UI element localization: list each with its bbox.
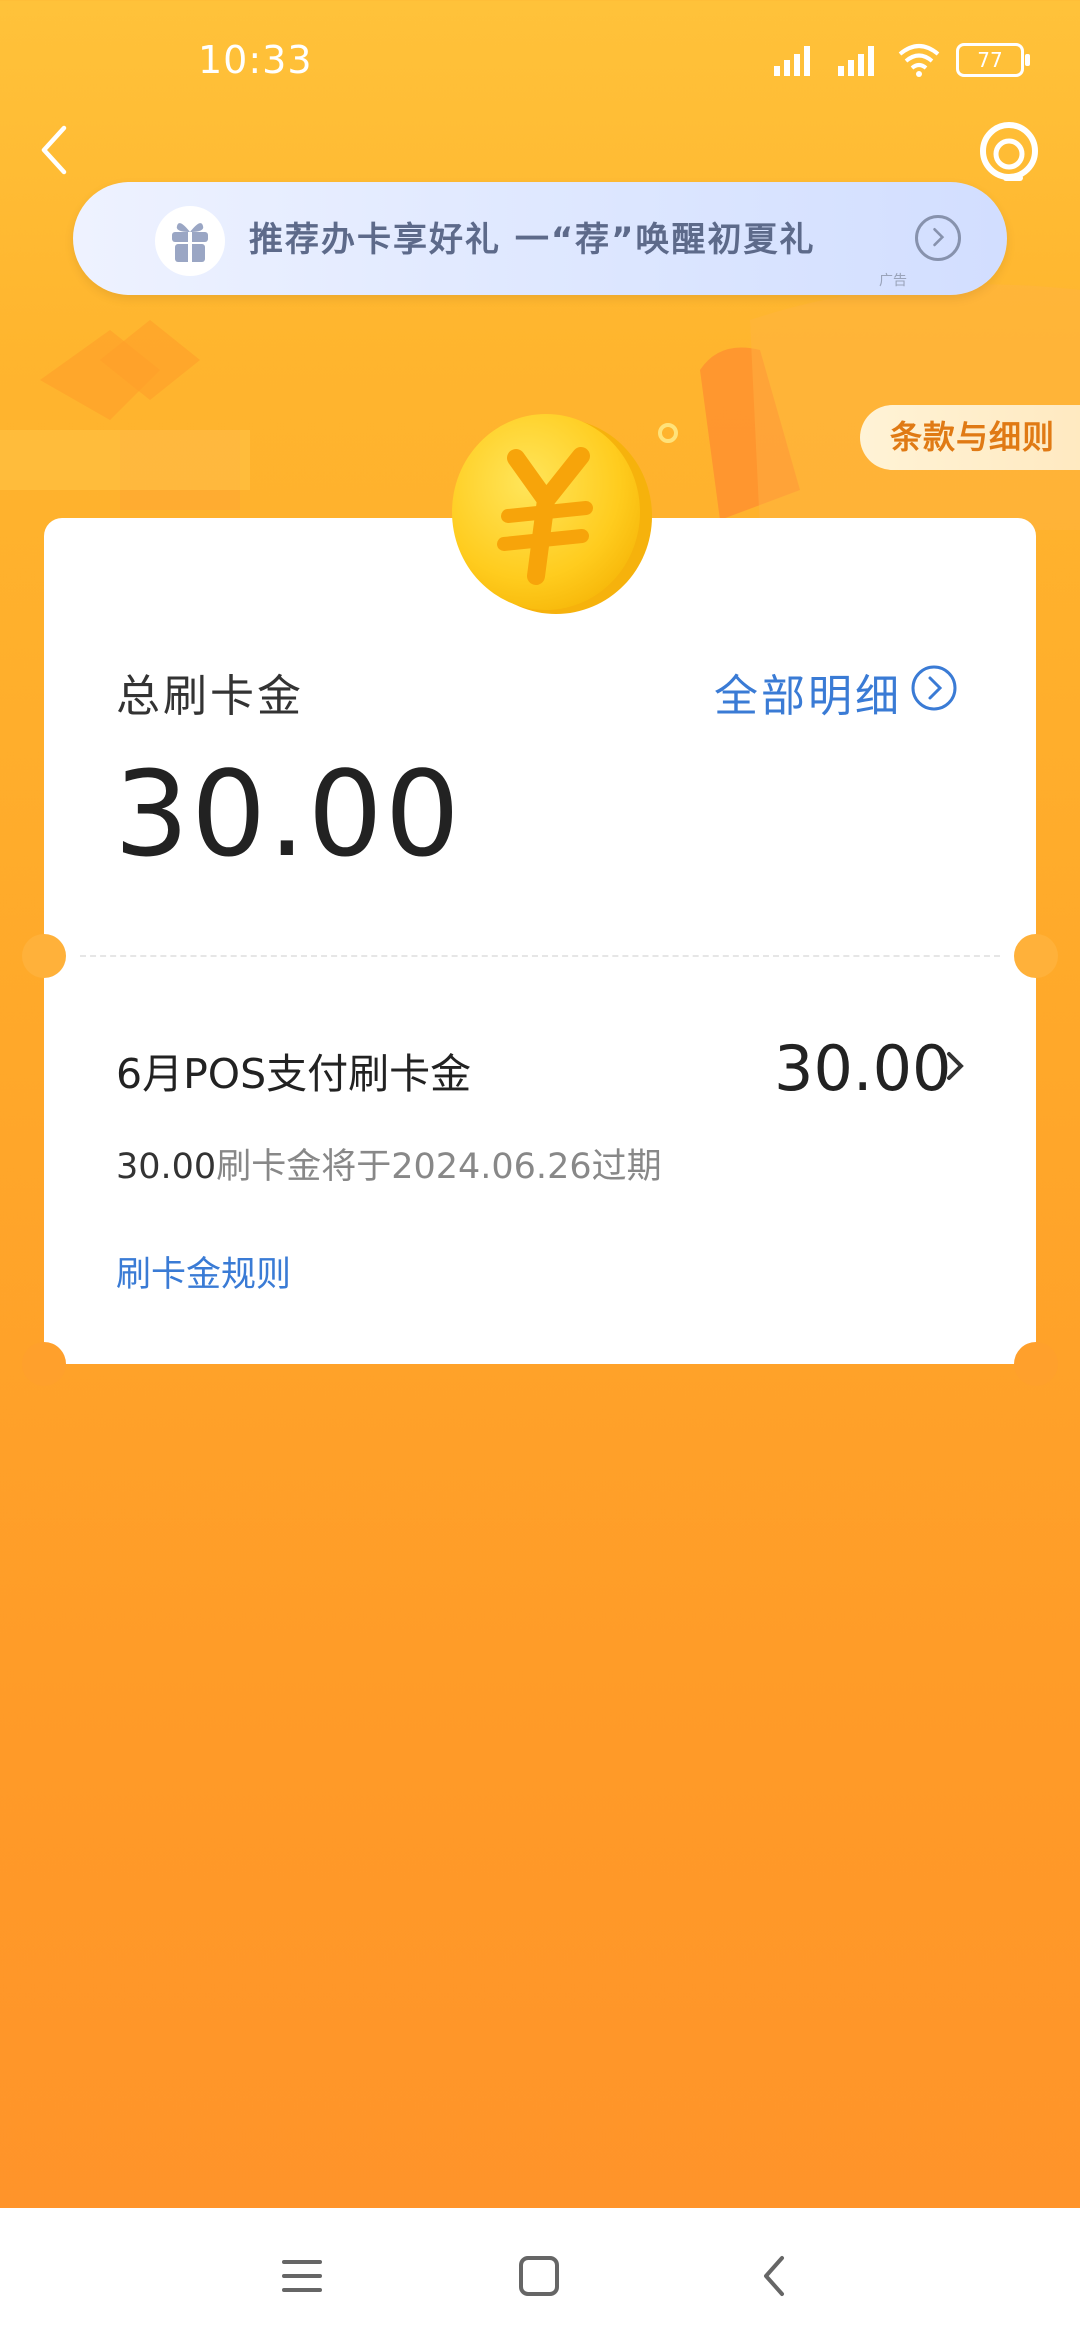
total-label: 总刷卡金 (116, 671, 304, 722)
status-bar: 10:33 77 (0, 0, 1080, 120)
ad-label: 广告 (879, 273, 907, 289)
customer-service-icon[interactable] (976, 118, 1042, 184)
card-notch (22, 1342, 66, 1386)
battery-level: 77 (977, 48, 1003, 72)
signal-icon (774, 46, 810, 76)
terms-button[interactable]: 条款与细则 (860, 405, 1080, 470)
status-icons: 77 (772, 40, 1030, 80)
chevron-right-icon[interactable] (940, 1046, 970, 1086)
card-notch (22, 934, 66, 978)
status-time: 10:33 (198, 38, 313, 82)
expiry-message: 刷卡金将于2024.06.26过期 (216, 1147, 662, 1187)
item-title[interactable]: 6月POS支付刷卡金 (116, 1040, 471, 1100)
signal-icon (838, 46, 874, 76)
card-notch (1014, 934, 1058, 978)
chevron-right-icon[interactable] (915, 215, 961, 261)
total-amount: 30.00 (114, 745, 462, 883)
yen-coin-icon (452, 414, 652, 614)
banner-text: 推荐办卡享好礼 一“荐”唤醒初夏礼 (249, 220, 816, 260)
gift-icon (155, 206, 225, 276)
dashed-divider (80, 955, 1000, 957)
card-notch (1014, 1342, 1058, 1386)
chevron-right-icon[interactable] (910, 664, 958, 712)
expiry-amount: 30.00 (116, 1147, 217, 1187)
home-icon[interactable] (515, 2252, 563, 2300)
back-arrow-icon[interactable] (30, 120, 80, 180)
promo-banner[interactable]: 推荐办卡享好礼 一“荐”唤醒初夏礼 广告 (73, 182, 1007, 295)
wifi-icon (898, 44, 940, 77)
rules-link[interactable]: 刷卡金规则 (116, 1246, 291, 1297)
item-amount[interactable]: 30.00 (774, 1032, 952, 1105)
menu-icon[interactable] (278, 2252, 326, 2300)
all-details-link[interactable]: 全部明细 (714, 660, 902, 724)
balance-card (44, 518, 1036, 1364)
back-icon[interactable] (752, 2252, 800, 2300)
expiry-text: 30.00刷卡金将于2024.06.26过期 (116, 1138, 662, 1189)
system-nav-bar (0, 2208, 1080, 2340)
battery-icon: 77 (956, 43, 1030, 77)
